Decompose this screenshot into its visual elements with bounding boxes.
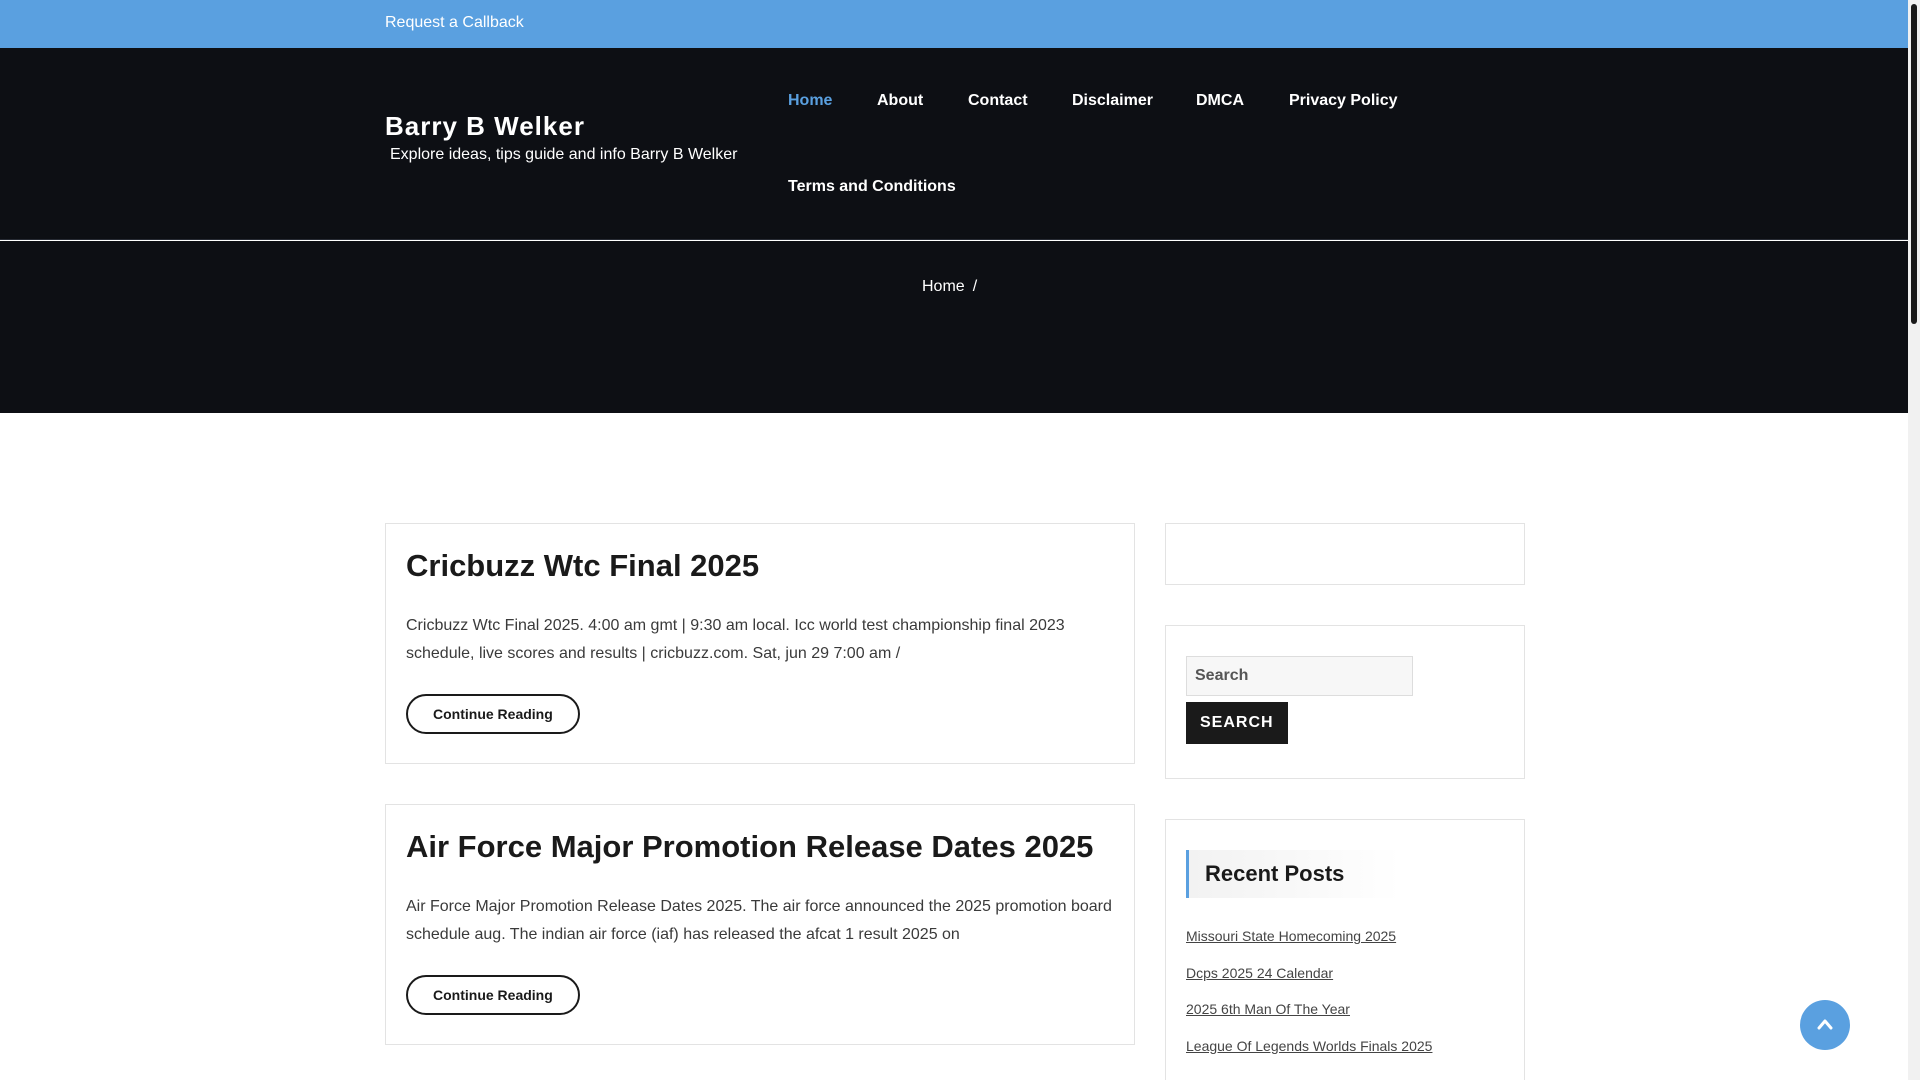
breadcrumb-separator: / <box>972 278 978 295</box>
post-excerpt: Cricbuzz Wtc Final 2025. 4:00 am gmt | 9… <box>406 617 1065 662</box>
continue-reading-button[interactable]: Continue Reading <box>406 694 580 734</box>
recent-posts-widget: Recent Posts Missouri State Homecoming 2… <box>1165 819 1525 1080</box>
recent-post-link[interactable]: 2025 6th Man Of The Year <box>1186 1001 1350 1017</box>
list-item: League Of Legends Worlds Finals 2025 <box>1186 1038 1432 1075</box>
nav-item-terms-and-conditions[interactable]: Terms and Conditions <box>788 178 956 196</box>
post-excerpt: Air Force Major Promotion Release Dates … <box>406 898 1112 943</box>
recent-post-link[interactable]: League Of Legends Worlds Finals 2025 <box>1186 1038 1432 1054</box>
list-item: Missouri State Homecoming 2025 <box>1186 928 1432 965</box>
recent-posts-list: Missouri State Homecoming 2025 Dcps 2025… <box>1186 928 1432 1074</box>
page-scrollbar[interactable] <box>1908 0 1920 1080</box>
continue-reading-button[interactable]: Continue Reading <box>406 975 580 1015</box>
recent-post-link[interactable]: Dcps 2025 24 Calendar <box>1186 965 1333 981</box>
nav-item-contact[interactable]: Contact <box>968 92 1028 110</box>
site-header: Barry B Welker Explore ideas, tips guide… <box>0 48 1908 240</box>
search-widget: SEARCH <box>1165 625 1525 779</box>
scrollbar-thumb[interactable] <box>1911 4 1917 324</box>
list-item: 2025 6th Man Of The Year <box>1186 1001 1432 1038</box>
chevron-up-icon <box>1817 1019 1833 1030</box>
post-title[interactable]: Cricbuzz Wtc Final 2025 <box>406 548 759 584</box>
nav-item-about[interactable]: About <box>877 92 923 110</box>
nav-item-disclaimer[interactable]: Disclaimer <box>1072 92 1153 110</box>
page-banner: Home / <box>0 241 1908 413</box>
request-callback-link[interactable]: Request a Callback <box>385 14 524 32</box>
scroll-to-top-button[interactable] <box>1800 1000 1850 1050</box>
list-item: Dcps 2025 24 Calendar <box>1186 965 1432 1002</box>
search-button[interactable]: SEARCH <box>1186 702 1288 744</box>
nav-item-privacy-policy[interactable]: Privacy Policy <box>1289 92 1398 110</box>
nav-item-home[interactable]: Home <box>788 92 832 110</box>
breadcrumb-home-link[interactable]: Home <box>922 278 965 295</box>
post-card: Air Force Major Promotion Release Dates … <box>385 804 1135 1045</box>
search-input[interactable] <box>1186 656 1413 696</box>
top-bar: Request a Callback <box>0 0 1908 48</box>
site-tagline: Explore ideas, tips guide and info Barry… <box>390 146 738 163</box>
empty-widget <box>1165 523 1525 585</box>
post-card: Cricbuzz Wtc Final 2025 Cricbuzz Wtc Fin… <box>385 523 1135 764</box>
recent-posts-title: Recent Posts <box>1186 850 1400 898</box>
site-title[interactable]: Barry B Welker <box>385 111 585 142</box>
recent-post-link[interactable]: Missouri State Homecoming 2025 <box>1186 928 1396 944</box>
post-title[interactable]: Air Force Major Promotion Release Dates … <box>406 829 1093 865</box>
nav-item-dmca[interactable]: DMCA <box>1196 92 1244 110</box>
breadcrumb: Home / <box>922 278 977 296</box>
